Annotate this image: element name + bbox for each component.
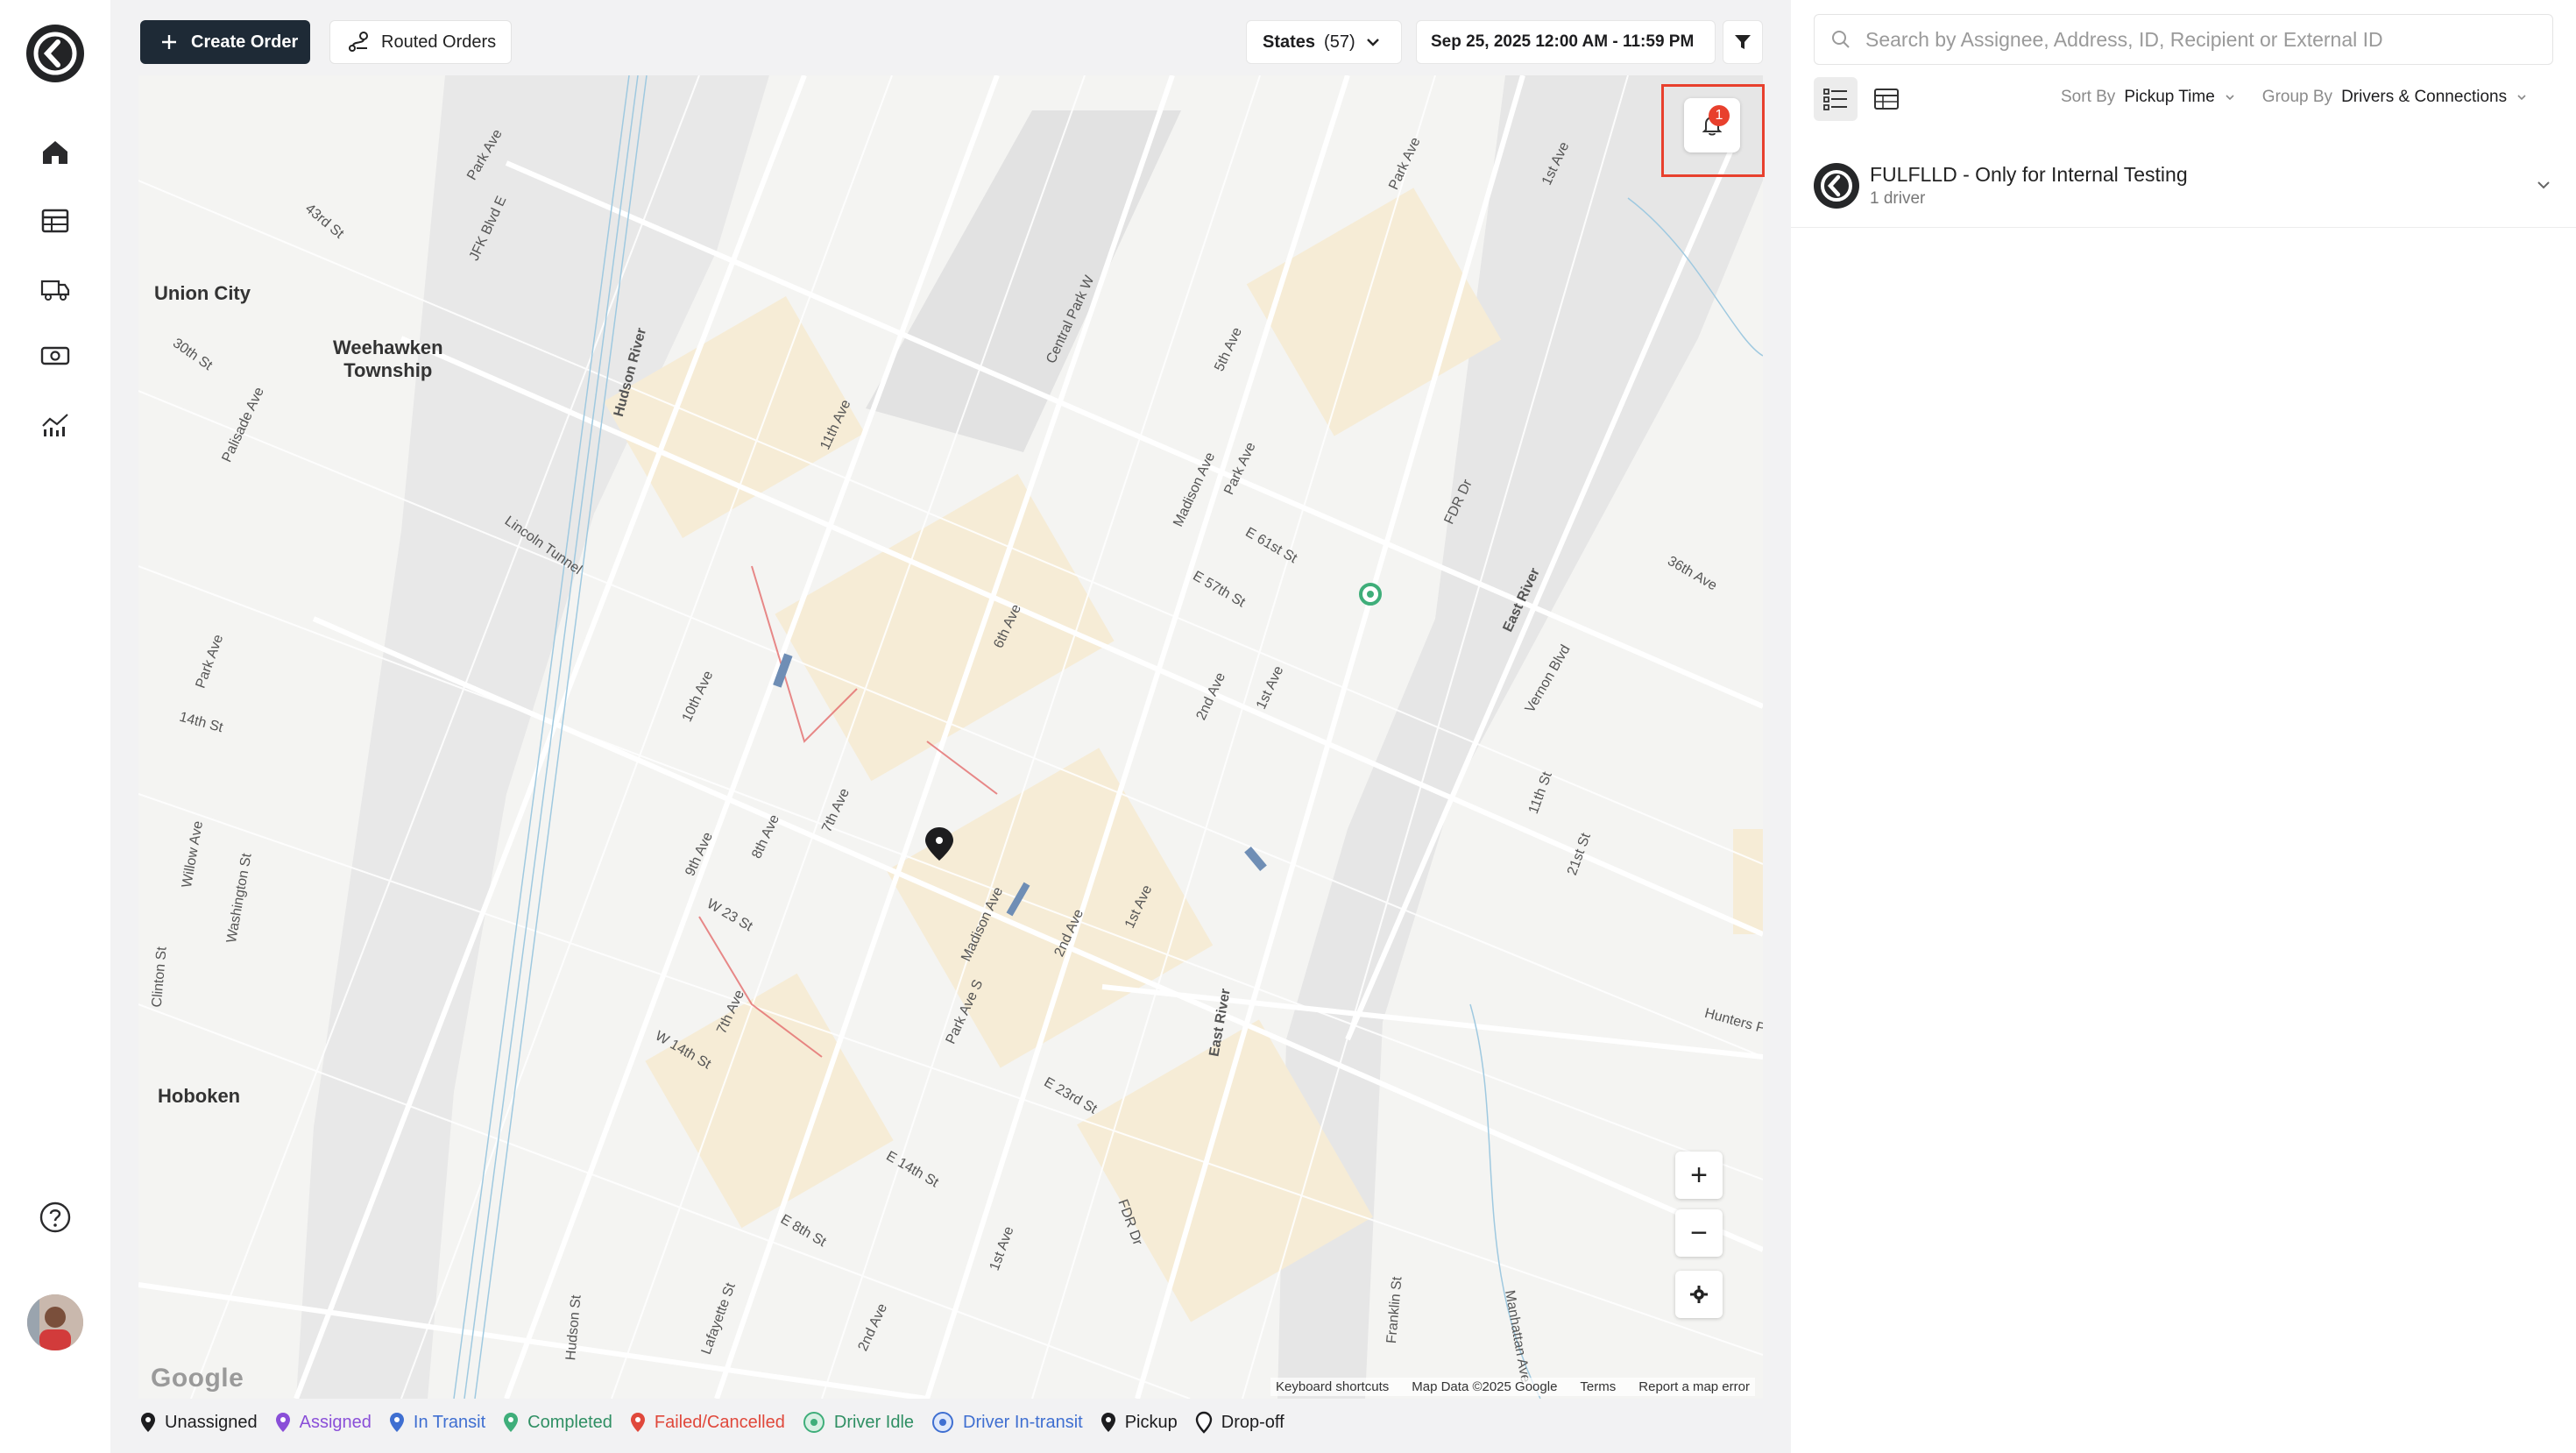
routed-orders-label: Routed Orders — [381, 32, 497, 52]
map-base — [138, 75, 1763, 1399]
group-title: FULFLLD - Only for Internal Testing — [1870, 163, 2188, 186]
app-root: Union City Weehawken Township Hoboken Pa… — [0, 0, 2576, 1453]
legend-driver-idle: Driver Idle — [803, 1411, 914, 1434]
legend-driver-transit: Driver In-transit — [931, 1411, 1083, 1434]
chevron-down-icon — [2517, 95, 2526, 101]
zoom-in-icon: + — [1690, 1158, 1708, 1192]
legend-label: Drop-off — [1221, 1412, 1284, 1432]
home-icon — [43, 141, 67, 164]
routed-orders-button[interactable]: Routed Orders — [329, 20, 512, 64]
sort-by-label: Sort By — [2061, 88, 2116, 106]
app-logo[interactable] — [26, 25, 84, 82]
legend-label: Driver Idle — [833, 1412, 915, 1432]
sort-group-controls: Sort By Pickup Time Group By Drivers & C… — [2061, 88, 2528, 107]
driver-transit-icon — [932, 1412, 954, 1433]
place-label-hoboken: Hoboken — [158, 1085, 241, 1107]
nav-deliveries[interactable] — [36, 270, 74, 308]
table-view-button[interactable] — [1865, 77, 1908, 121]
pin-icon — [630, 1413, 645, 1432]
zoom-out-icon: − — [1690, 1216, 1708, 1250]
states-dropdown[interactable]: States (57) — [1246, 20, 1402, 64]
list-view-icon — [1823, 89, 1847, 110]
money-icon — [40, 346, 70, 365]
legend-failed: Failed/Cancelled — [630, 1412, 785, 1433]
table-icon — [41, 209, 69, 233]
map-settings-button[interactable] — [1675, 1271, 1723, 1318]
analytics-icon — [42, 414, 68, 436]
zoom-in-button[interactable]: + — [1675, 1152, 1723, 1199]
legend-label: In Transit — [413, 1412, 486, 1432]
search-icon — [1832, 31, 1850, 48]
legend-pickup: Pickup — [1100, 1412, 1178, 1433]
create-order-button[interactable]: Create Order — [140, 20, 310, 64]
legend-label: Driver In-transit — [963, 1412, 1083, 1432]
list-view-button[interactable] — [1814, 77, 1858, 121]
avatar-image — [27, 1294, 83, 1350]
chevron-down-icon[interactable] — [2534, 175, 2553, 195]
filter-button[interactable] — [1723, 20, 1763, 64]
group-avatar — [1814, 163, 1859, 209]
pin-icon — [504, 1413, 519, 1432]
map-attribution: Keyboard shortcuts Map Data ©2025 Google… — [1270, 1378, 1755, 1396]
driver-idle-icon — [803, 1412, 824, 1433]
legend-unassigned: Unassigned — [140, 1412, 258, 1433]
search-box — [1814, 14, 2553, 65]
legend-label: Pickup — [1124, 1412, 1178, 1432]
search-input[interactable] — [1865, 27, 2531, 52]
map-data-text: Map Data ©2025 Google — [1412, 1379, 1558, 1394]
route-icon — [349, 32, 368, 52]
pickup-pin-icon — [1100, 1413, 1115, 1432]
pin-icon — [141, 1413, 155, 1432]
legend-completed: Completed — [503, 1412, 612, 1433]
truck-icon — [40, 280, 70, 301]
filter-icon — [1735, 35, 1751, 49]
legend-label: Completed — [527, 1412, 612, 1432]
date-range-label: Sep 25, 2025 12:00 AM - 11:59 PM — [1431, 32, 1695, 51]
legend-label: Assigned — [299, 1412, 372, 1432]
group-subtitle: 1 driver — [1870, 189, 1926, 208]
legend-label: Unassigned — [165, 1412, 258, 1432]
place-label-union-city: Union City — [154, 282, 251, 304]
help-button[interactable] — [39, 1201, 72, 1234]
dropoff-pin-icon — [1195, 1411, 1212, 1434]
nav-billing[interactable] — [36, 337, 74, 375]
driver-group-row[interactable]: FULFLLD - Only for Internal Testing 1 dr… — [1791, 156, 2576, 228]
help-icon — [39, 1201, 71, 1233]
map-canvas[interactable]: Union City Weehawken Township Hoboken Pa… — [138, 75, 1763, 1399]
zoom-out-button[interactable]: − — [1675, 1209, 1723, 1257]
date-range-picker[interactable]: Sep 25, 2025 12:00 AM - 11:59 PM — [1416, 20, 1716, 64]
legend-in-transit: In Transit — [389, 1412, 485, 1433]
keyboard-shortcuts-link[interactable]: Keyboard shortcuts — [1276, 1379, 1389, 1394]
nav-orders-table[interactable] — [36, 202, 74, 240]
map-legend: Unassigned Assigned In Transit Completed… — [140, 1411, 1284, 1434]
orders-panel: Sort By Pickup Time Group By Drivers & C… — [1791, 0, 2576, 1453]
report-error-link[interactable]: Report a map error — [1638, 1379, 1750, 1394]
states-label: States — [1263, 32, 1316, 52]
table-view-icon — [1874, 89, 1899, 110]
terms-link[interactable]: Terms — [1580, 1379, 1616, 1394]
nav-home[interactable] — [36, 133, 74, 172]
plus-icon — [162, 35, 176, 49]
pin-icon — [389, 1413, 404, 1432]
place-label-weehawken: Weehawken Township — [333, 337, 443, 381]
nav-analytics[interactable] — [36, 405, 74, 443]
legend-label: Failed/Cancelled — [654, 1412, 785, 1432]
left-nav — [0, 0, 110, 1453]
create-order-label: Create Order — [191, 32, 299, 52]
logo-icon — [33, 32, 77, 75]
group-by-label: Group By — [2261, 88, 2333, 106]
legend-assigned: Assigned — [275, 1412, 372, 1433]
user-avatar[interactable] — [27, 1294, 83, 1350]
gear-icon — [1690, 1286, 1708, 1303]
pin-icon — [275, 1413, 290, 1432]
chevron-down-icon — [2226, 95, 2234, 101]
sort-by-select[interactable]: Pickup Time — [2124, 88, 2214, 107]
group-by-select[interactable]: Drivers & Connections — [2341, 88, 2507, 107]
states-count: (57) — [1324, 32, 1355, 52]
highlight-box — [1661, 84, 1765, 177]
google-logo: Google — [151, 1364, 244, 1393]
chevron-down-icon — [1366, 39, 1379, 46]
logo-icon — [1821, 170, 1852, 202]
legend-dropoff: Drop-off — [1195, 1411, 1284, 1434]
